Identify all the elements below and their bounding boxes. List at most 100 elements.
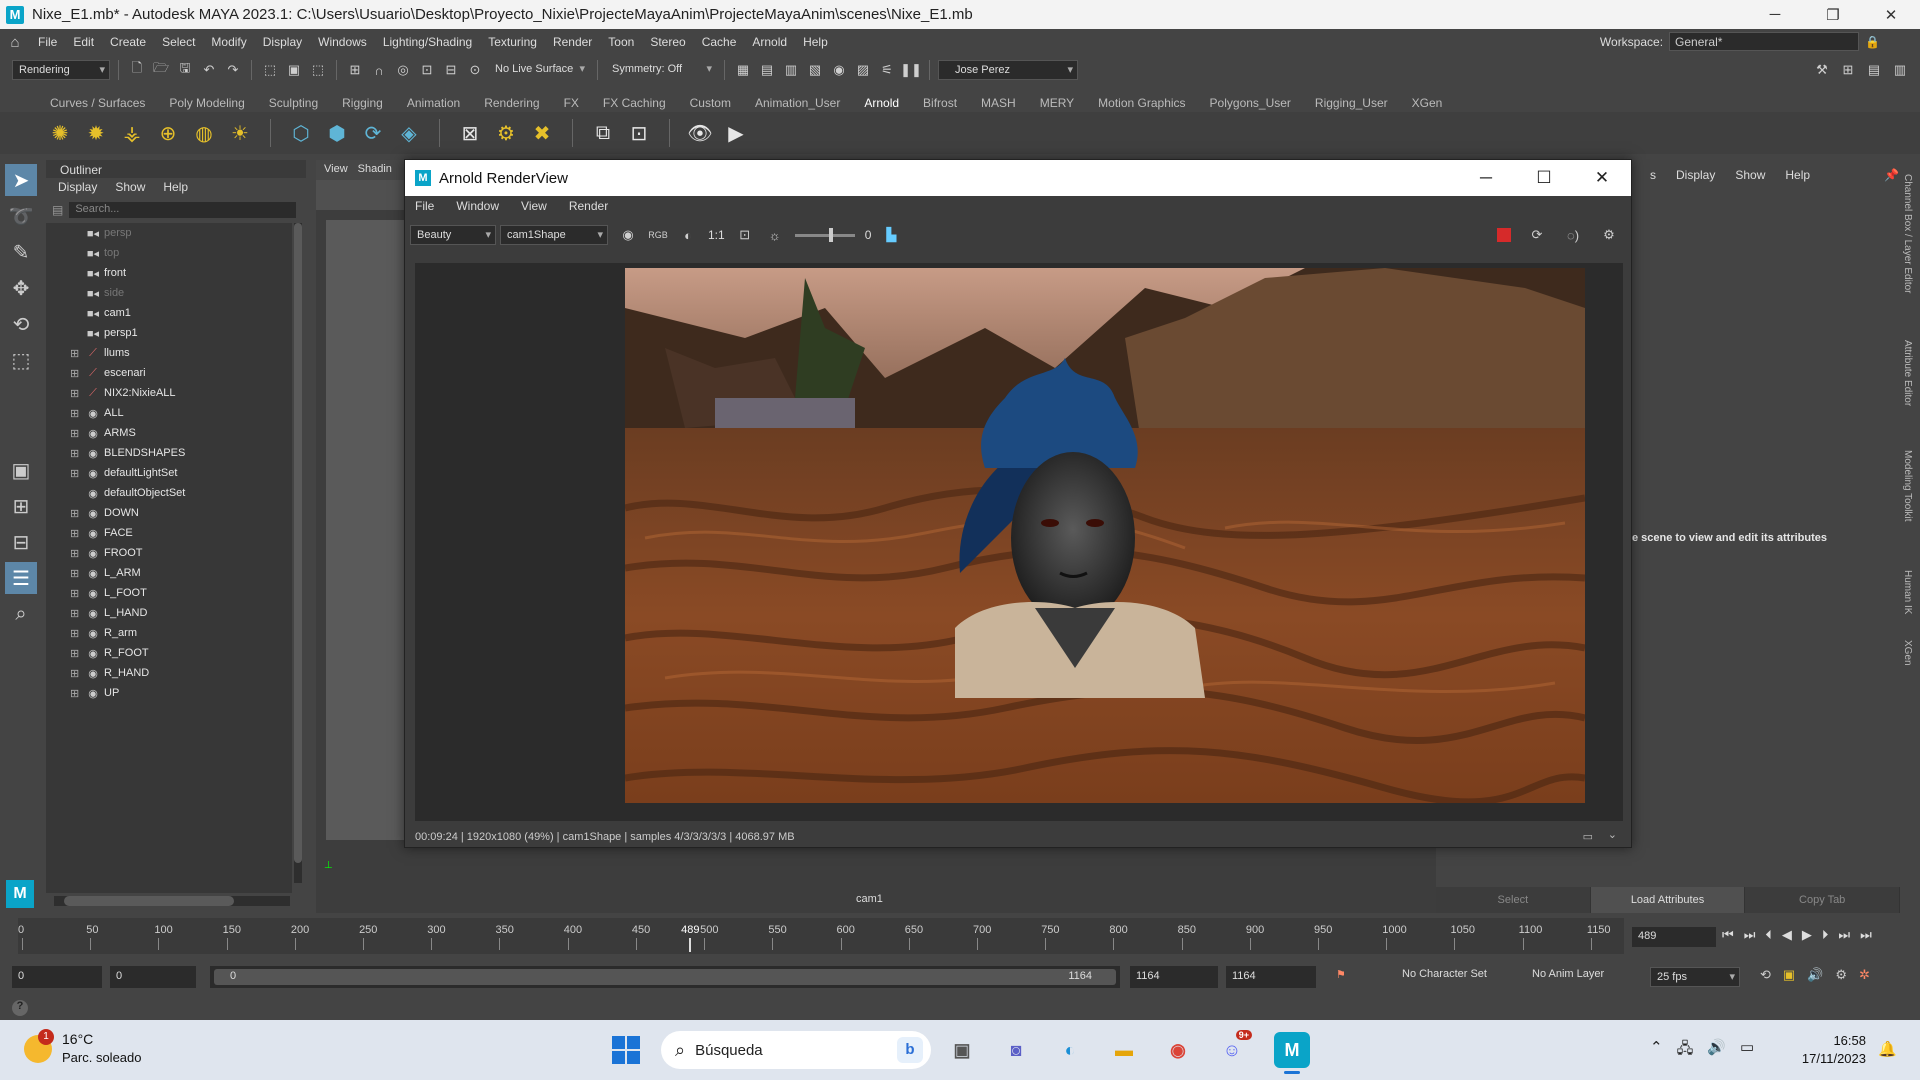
- ipr-icon[interactable]: ◌): [1563, 225, 1583, 245]
- tx-manager-icon[interactable]: ✖: [528, 119, 556, 147]
- shelf-tab[interactable]: FX: [552, 96, 591, 110]
- arnold-close-button[interactable]: ✕: [1573, 160, 1631, 196]
- go-to-end-icon[interactable]: ⏭: [1860, 927, 1872, 943]
- hypershade-icon[interactable]: ◉: [829, 60, 849, 80]
- fps-dropdown[interactable]: 25 fps: [1650, 967, 1740, 987]
- menu-toon[interactable]: Toon: [600, 35, 642, 49]
- export-ass-icon[interactable]: ⧉: [589, 119, 617, 147]
- maya-taskbar-icon[interactable]: M: [1274, 1032, 1310, 1074]
- outliner-search-input[interactable]: Search...: [69, 202, 296, 218]
- standin-icon[interactable]: ⊡: [625, 119, 653, 147]
- step-forward-frame-icon[interactable]: ⏵: [1822, 927, 1829, 943]
- expand-toggle-icon[interactable]: ⊞: [70, 547, 82, 560]
- load-attributes-button[interactable]: Load Attributes: [1590, 887, 1746, 913]
- outliner-menu-show[interactable]: Show: [115, 180, 145, 194]
- camera-dropdown[interactable]: cam1Shape: [500, 225, 608, 245]
- expand-toggle-icon[interactable]: ⊞: [70, 567, 82, 580]
- channel-display-icon[interactable]: ◉: [618, 225, 638, 245]
- filter-icon[interactable]: ▤: [52, 203, 63, 217]
- auto-key-icon[interactable]: ⚑: [1336, 968, 1346, 981]
- teams-chat-icon[interactable]: ◙: [998, 1032, 1034, 1068]
- expand-toggle-icon[interactable]: ⊞: [70, 667, 82, 680]
- play-forward-icon[interactable]: ▶: [1802, 927, 1812, 943]
- shelf-tab[interactable]: Polygons_User: [1198, 96, 1303, 110]
- expand-toggle-icon[interactable]: ⊞: [70, 627, 82, 640]
- procedural-icon[interactable]: ◈: [395, 119, 423, 147]
- move-tool-icon[interactable]: ✥: [5, 272, 37, 304]
- standard-volume-icon[interactable]: ⬡: [287, 119, 315, 147]
- photometric-light-icon[interactable]: ⚶: [118, 119, 146, 147]
- area-light-icon[interactable]: ✺: [46, 119, 74, 147]
- outliner-layout-icon[interactable]: ☰: [5, 562, 37, 594]
- lock-icon[interactable]: 🔒: [1865, 35, 1880, 49]
- taskbar-search[interactable]: ⌕ Búsqueda b: [661, 1031, 931, 1069]
- volume-icon[interactable]: 🔊: [1707, 1038, 1726, 1063]
- menu-stereo[interactable]: Stereo: [642, 35, 693, 49]
- channel-box-icon[interactable]: ▥: [1890, 60, 1910, 80]
- outliner-h-scrollbar[interactable]: [54, 896, 290, 906]
- outliner-scrollbar[interactable]: [294, 223, 302, 883]
- outliner-node[interactable]: ⊞ ◉ defaultLightSet: [46, 463, 292, 483]
- exposure-value[interactable]: 0: [865, 228, 872, 242]
- aov-dropdown[interactable]: Beauty: [410, 225, 496, 245]
- render-view-icon[interactable]: ▦: [733, 60, 753, 80]
- viewport-menu-shading[interactable]: Shadin: [358, 163, 392, 177]
- shelf-tab[interactable]: Poly Modeling: [157, 96, 256, 110]
- sound-icon[interactable]: 🔊: [1807, 967, 1823, 983]
- outliner-node[interactable]: ⊞ ◉ UP: [46, 683, 292, 703]
- snap-curve-icon[interactable]: ∩: [369, 60, 389, 80]
- playback-end-field[interactable]: 1164: [1130, 966, 1218, 988]
- tool-settings-icon[interactable]: ▤: [1864, 60, 1884, 80]
- minimize-button[interactable]: ─: [1746, 0, 1804, 29]
- cache-playback-icon[interactable]: ▣: [1783, 967, 1795, 983]
- mesh-light-icon[interactable]: ✹: [82, 119, 110, 147]
- weather-widget[interactable]: 1 16°C Parc. soleado: [24, 1028, 142, 1067]
- light-portal-icon[interactable]: ◍: [190, 119, 218, 147]
- physical-sky-icon[interactable]: ☀: [226, 119, 254, 147]
- snap-view-icon[interactable]: ⊡: [417, 60, 437, 80]
- attribute-editor-toggle-icon[interactable]: ⊞: [1838, 60, 1858, 80]
- side-tab-xgen[interactable]: XGen: [1902, 640, 1913, 666]
- render-settings-gear-icon[interactable]: ⚙: [1599, 225, 1619, 245]
- lasso-tool-icon[interactable]: ➰: [5, 200, 37, 232]
- loop-icon[interactable]: ⟲: [1760, 967, 1771, 983]
- attr-menu-show[interactable]: Show: [1735, 168, 1765, 182]
- close-button[interactable]: ✕: [1862, 0, 1920, 29]
- shelf-tab[interactable]: Sculpting: [257, 96, 330, 110]
- outliner-menu-display[interactable]: Display: [58, 180, 97, 194]
- outliner-node[interactable]: ◉ defaultObjectSet: [46, 483, 292, 503]
- outliner-node[interactable]: ■◂ side: [46, 283, 292, 303]
- edge-browser-icon[interactable]: ◐: [1052, 1032, 1088, 1068]
- outliner-node[interactable]: ⊞ ◉ DOWN: [46, 503, 292, 523]
- outliner-node[interactable]: ⊞ ◉ R_HAND: [46, 663, 292, 683]
- search-icon[interactable]: ⌕: [5, 598, 37, 630]
- redo-icon[interactable]: ↷: [223, 60, 243, 80]
- expand-toggle-icon[interactable]: ⊞: [70, 467, 82, 480]
- snap-live-icon[interactable]: ⊙: [465, 60, 485, 80]
- flush-cache-icon[interactable]: ⊠: [456, 119, 484, 147]
- expand-toggle-icon[interactable]: ⊞: [70, 427, 82, 440]
- go-to-start-icon[interactable]: ⏮: [1722, 927, 1734, 943]
- outliner-node[interactable]: ⊞ ◉ FROOT: [46, 543, 292, 563]
- discord-icon[interactable]: ☺ 9+: [1214, 1030, 1252, 1068]
- tray-overflow-chevron-icon[interactable]: ⌃: [1650, 1038, 1663, 1063]
- select-tool-icon[interactable]: ➤: [5, 164, 37, 196]
- exposure-icon[interactable]: ☼: [765, 225, 785, 245]
- outliner-node[interactable]: ⊞ ◉ ARMS: [46, 423, 292, 443]
- play-backward-icon[interactable]: ◀: [1782, 927, 1792, 943]
- render-sequence-icon[interactable]: ▶: [722, 119, 750, 147]
- menu-help[interactable]: Help: [795, 35, 836, 49]
- shelf-tab[interactable]: Animation: [395, 96, 472, 110]
- shelf-tab[interactable]: XGen: [1400, 96, 1455, 110]
- scale-tool-icon[interactable]: ⬚: [5, 344, 37, 376]
- windows-start-icon[interactable]: [612, 1036, 640, 1064]
- attr-menu-display[interactable]: Display: [1676, 168, 1715, 182]
- arnold-maximize-button[interactable]: ☐: [1515, 160, 1573, 196]
- snap-surface-icon[interactable]: ⊟: [441, 60, 461, 80]
- expand-toggle-icon[interactable]: ⊞: [70, 367, 82, 380]
- expand-chevron-icon[interactable]: ⌄: [1608, 828, 1617, 841]
- select-hierarchy-icon[interactable]: ⬚: [260, 60, 280, 80]
- outliner-node[interactable]: ⊞ ⟋ llums: [46, 343, 292, 363]
- outliner-node[interactable]: ⊞ ◉ R_FOOT: [46, 643, 292, 663]
- side-tab-human-ik[interactable]: Human IK: [1902, 570, 1913, 614]
